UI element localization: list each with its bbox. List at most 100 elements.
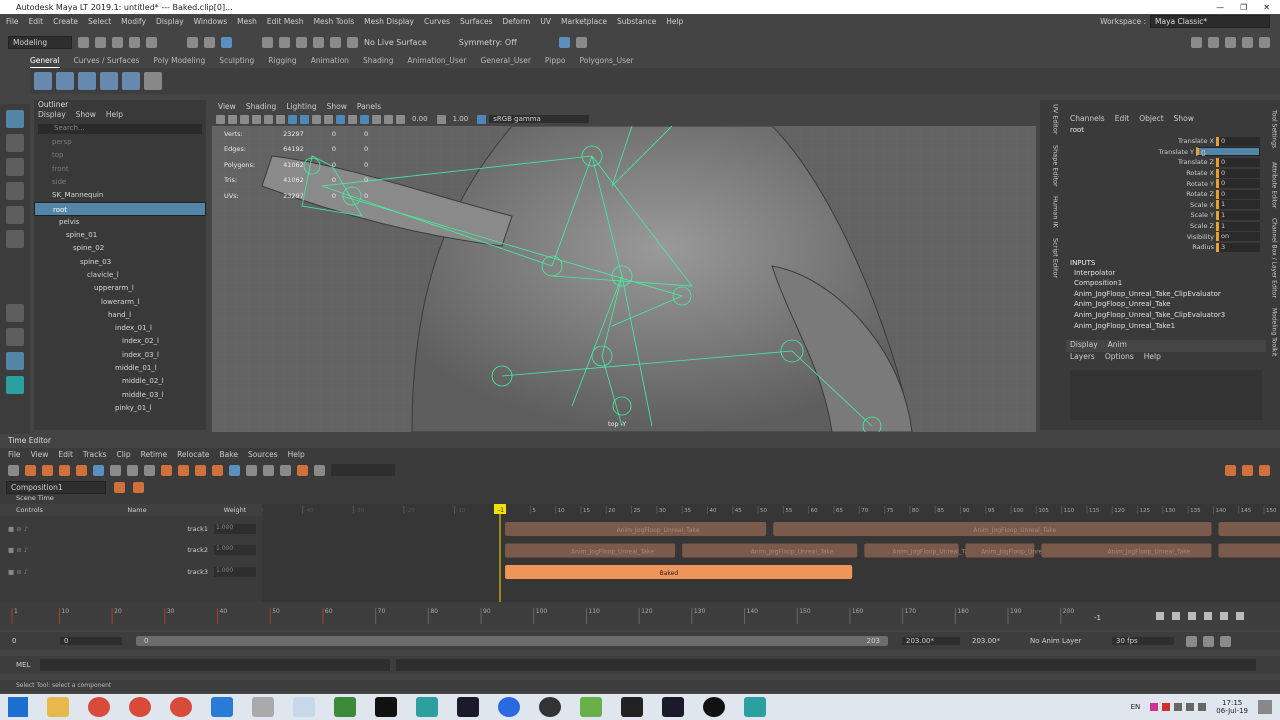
channel-row[interactable]: Scale X1 <box>1066 200 1266 211</box>
channel-row[interactable]: Translate Z0 <box>1066 157 1266 168</box>
shelf-tab-general-user[interactable]: General_User <box>481 56 531 68</box>
channel-row[interactable]: Rotate X0 <box>1066 168 1266 179</box>
prefs-icon[interactable] <box>1220 635 1231 647</box>
layer-menu-help[interactable]: Help <box>1144 352 1161 364</box>
app-icon-blue[interactable] <box>211 697 233 717</box>
input-node-item[interactable]: Interpolator <box>1066 269 1266 280</box>
shelf-tab-poly[interactable]: Poly Modeling <box>153 56 205 68</box>
snap-keys-icon[interactable] <box>93 464 104 476</box>
track-controls[interactable]: ■ ⊘ ♪ <box>0 546 50 554</box>
snap-curve-icon[interactable] <box>279 36 290 48</box>
tab-tool-settings[interactable]: Tool Settings <box>1270 110 1277 148</box>
select-tool-icon[interactable] <box>6 110 24 128</box>
menu-deform[interactable]: Deform <box>502 17 530 26</box>
shelf-tool-icon-5[interactable] <box>122 72 140 90</box>
chrome-icon[interactable] <box>88 697 110 717</box>
daz-studio-icon-2[interactable] <box>662 697 684 717</box>
unity-icon[interactable] <box>621 697 643 717</box>
tab-script-editor[interactable]: Script Editor <box>1051 238 1059 278</box>
lights-icon[interactable] <box>324 114 333 124</box>
create-audio-icon[interactable] <box>42 464 53 476</box>
chrome-icon-2[interactable] <box>129 697 151 717</box>
composition-select[interactable]: Composition1 <box>6 480 106 494</box>
range-handle-left[interactable]: 0 <box>144 637 148 645</box>
track-weight[interactable]: 1.000 <box>214 523 256 534</box>
te-option-icon-1[interactable] <box>1225 464 1236 476</box>
loop-icon-small[interactable] <box>1203 635 1214 647</box>
color-management-icon[interactable] <box>477 114 487 124</box>
range-start-inner-field[interactable]: 0 <box>60 637 122 645</box>
te-option-icon-3[interactable] <box>1259 464 1270 476</box>
image-plane-icon[interactable] <box>252 114 261 124</box>
outliner-item[interactable]: upperarm_l <box>34 282 206 295</box>
snap-surface-icon[interactable] <box>330 36 341 48</box>
input-node-item[interactable]: Anim_JogFloop_Unreal_Take <box>1066 300 1266 311</box>
fps-select[interactable]: 30 fps <box>1112 637 1174 645</box>
menu-edit-mesh[interactable]: Edit Mesh <box>267 17 304 26</box>
tab-modeling-toolkit[interactable]: Modeling Toolkit <box>1270 308 1277 356</box>
outliner-menu-display[interactable]: Display <box>38 110 66 122</box>
outliner-item[interactable]: lowerarm_l <box>34 296 206 309</box>
menuset-select[interactable]: Modeling <box>8 35 72 49</box>
notepad-icon[interactable] <box>293 697 315 717</box>
cb-menu-edit[interactable]: Edit <box>1115 114 1130 126</box>
time-editor-ruler[interactable]: -70-60-50-40-30-20-10-151015202530354045… <box>262 504 1280 604</box>
network-icon[interactable] <box>1186 703 1195 711</box>
channel-row[interactable]: Rotate Y0 <box>1066 178 1266 189</box>
menu-marketplace[interactable]: Marketplace <box>561 17 607 26</box>
time-editor-clip[interactable] <box>1218 522 1280 536</box>
menu-help[interactable]: Help <box>666 17 683 26</box>
film-gate-icon[interactable] <box>276 114 285 124</box>
split-icon[interactable] <box>195 464 206 476</box>
play-forward-icon[interactable] <box>1204 612 1212 620</box>
exposure-icon[interactable] <box>396 114 405 124</box>
relative-icon[interactable] <box>229 464 240 476</box>
outliner-item[interactable]: index_03_l <box>34 349 206 362</box>
layout-icon-5[interactable] <box>1259 36 1270 48</box>
menu-select[interactable]: Select <box>88 17 111 26</box>
bake-icon[interactable] <box>297 464 308 476</box>
shelf-tool-icon-6[interactable] <box>144 72 162 90</box>
exposure-value[interactable]: 0.00 <box>412 115 428 123</box>
shelf-tab-general[interactable]: General <box>30 56 60 68</box>
input-node-item[interactable]: Anim_JogFloop_Unreal_Take1 <box>1066 322 1266 333</box>
outliner-item[interactable]: pinky_01_l <box>34 402 206 415</box>
shelf-tool-icon-1[interactable] <box>34 72 52 90</box>
outliner-item[interactable]: pelvis <box>34 216 206 229</box>
chrome-icon-3[interactable] <box>170 697 192 717</box>
menu-uv[interactable]: UV <box>540 17 551 26</box>
channel-value[interactable]: 0 <box>1216 157 1260 167</box>
menu-create[interactable]: Create <box>53 17 78 26</box>
range-end-field[interactable]: 203.00* <box>960 637 1020 645</box>
channel-row[interactable]: Visibility on <box>1066 231 1266 242</box>
outliner-item[interactable]: SK_Mannequin <box>34 189 206 202</box>
four-view-icon[interactable] <box>6 328 24 346</box>
outliner-item[interactable]: front <box>34 163 206 176</box>
channel-value[interactable]: 0 <box>1216 136 1260 146</box>
snipping-icon[interactable] <box>252 697 274 717</box>
track-header[interactable]: ■ ⊘ ♪ track3 1.000 <box>0 561 262 583</box>
game-icon[interactable] <box>334 697 356 717</box>
shelf-tab-animation[interactable]: Animation <box>311 56 349 68</box>
snap-plane-icon[interactable] <box>313 36 324 48</box>
group-icon[interactable] <box>212 464 223 476</box>
hold-icon[interactable] <box>178 464 189 476</box>
te-search-field[interactable] <box>331 464 395 476</box>
input-node-item[interactable]: Anim_JogFloop_Unreal_Take_ClipEvaluator3 <box>1066 311 1266 322</box>
track-header[interactable]: ■ ⊘ ♪ track2 1.000 <box>0 540 262 562</box>
go-start-icon[interactable] <box>1156 612 1164 620</box>
tray-icon-3[interactable] <box>1174 703 1183 711</box>
play-back-icon[interactable] <box>1188 612 1196 620</box>
language-indicator[interactable]: EN <box>1131 703 1141 711</box>
unreal-icon[interactable] <box>703 697 725 717</box>
layer-tab-display[interactable]: Display <box>1070 340 1098 352</box>
menu-mesh-display[interactable]: Mesh Display <box>364 17 414 26</box>
create-pose-icon[interactable] <box>59 464 70 476</box>
camera-attr-icon[interactable] <box>228 114 237 124</box>
new-scene-icon[interactable] <box>78 36 89 48</box>
step-forward-icon[interactable] <box>1220 612 1228 620</box>
channel-row[interactable]: Rotate Z0 <box>1066 189 1266 200</box>
snap-grid-icon[interactable] <box>262 36 273 48</box>
te-menu-bake[interactable]: Bake <box>220 450 238 459</box>
maps-icon[interactable] <box>498 697 520 717</box>
